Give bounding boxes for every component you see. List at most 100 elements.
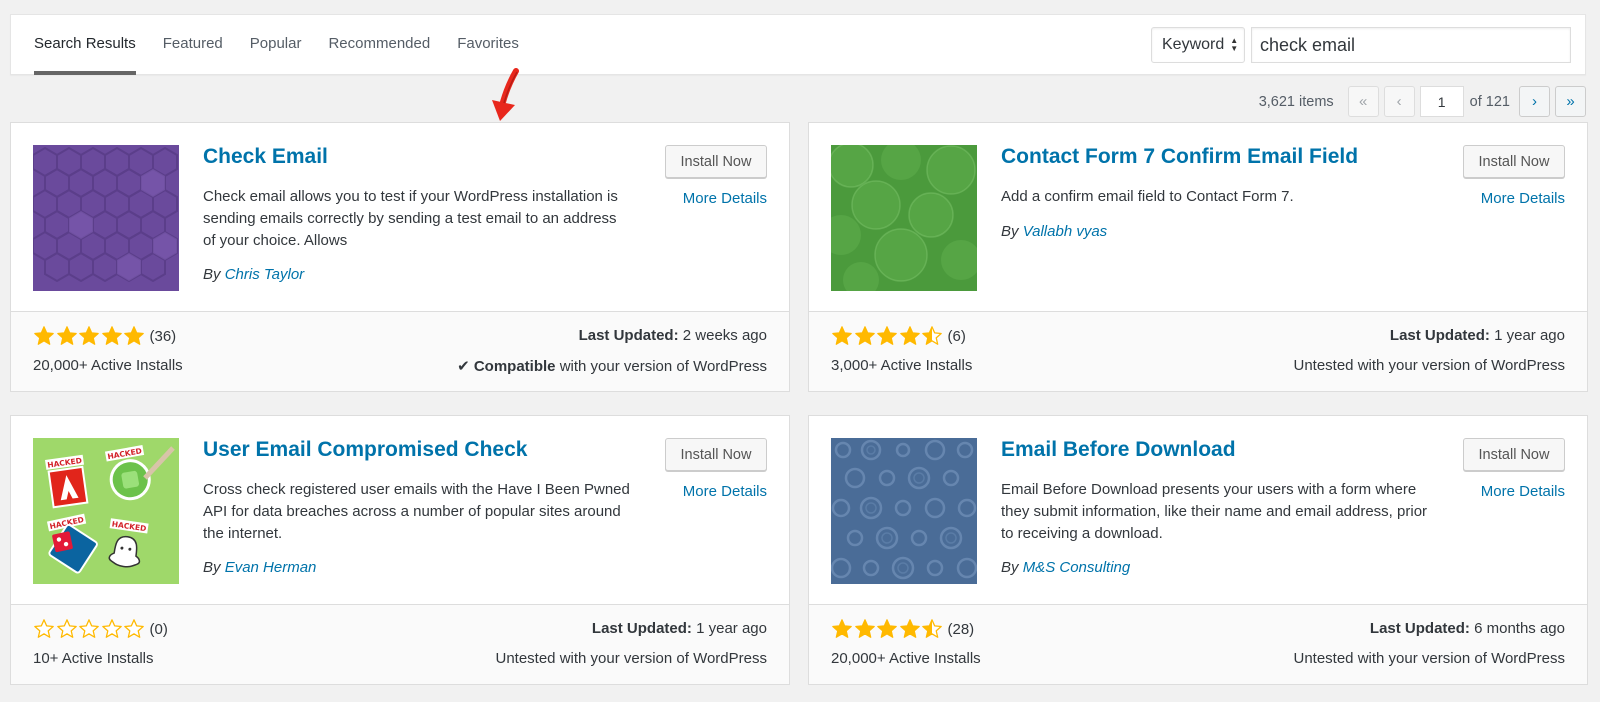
last-updated-label: Last Updated: [1389, 327, 1490, 344]
star-half-icon [922, 619, 942, 638]
total-pages: of 121 [1469, 93, 1510, 110]
install-now-button[interactable]: Install Now [1463, 145, 1565, 178]
last-updated-label: Last Updated: [1369, 620, 1470, 637]
num-ratings: (28) [947, 620, 975, 638]
plugin-name-link[interactable]: Contact Form 7 Confirm Email Field [1001, 145, 1358, 169]
plugin-icon [831, 145, 977, 291]
author-prefix: By [1001, 223, 1019, 240]
last-updated-value: 2 weeks ago [682, 327, 767, 344]
more-details-link[interactable]: More Details [683, 190, 767, 207]
plugin-card-cf7-confirm-email: Contact Form 7 Confirm Email Field Add a… [808, 122, 1588, 392]
plugin-name-link[interactable]: Email Before Download [1001, 438, 1236, 462]
plugin-name-link[interactable]: Check Email [203, 145, 328, 169]
star-empty-icon [101, 619, 122, 638]
plugin-card-footer: (0) 10+ Active Installs Last Updated: 1 … [11, 604, 789, 684]
star-filled-icon [854, 326, 875, 345]
first-page-button[interactable]: « [1347, 86, 1379, 117]
star-filled-icon [79, 326, 99, 345]
last-updated-label: Last Updated: [578, 327, 679, 344]
plugin-author: By Vallabh vyas [1001, 223, 1107, 240]
next-page-button[interactable]: › [1519, 86, 1550, 117]
plugin-card-footer: (28) 20,000+ Active Installs Last Update… [809, 604, 1587, 684]
compatibility: ✔ Compatible with your version of WordPr… [457, 357, 767, 375]
more-details-link[interactable]: More Details [683, 483, 767, 500]
plugin-icon [831, 438, 977, 584]
more-details-link[interactable]: More Details [1481, 483, 1565, 500]
active-installs: 10+ Active Installs [33, 650, 154, 667]
last-updated-value: 6 months ago [1474, 620, 1565, 637]
active-installs: 20,000+ Active Installs [831, 650, 981, 667]
stars [33, 325, 146, 347]
author-prefix: By [203, 266, 221, 283]
plugin-name-link[interactable]: User Email Compromised Check [203, 438, 527, 462]
install-now-button[interactable]: Install Now [1463, 438, 1565, 471]
last-page-button[interactable]: » [1555, 86, 1586, 117]
compat-text: Untested with your version of WordPress [495, 650, 767, 667]
compatibility: Untested with your version of WordPress [1293, 650, 1565, 667]
star-filled-icon [877, 326, 897, 345]
star-empty-icon [124, 619, 144, 638]
tab-search-results[interactable]: Search Results [34, 15, 136, 75]
star-empty-icon [34, 619, 54, 638]
star-filled-icon [124, 326, 144, 345]
star-filled-icon [899, 326, 920, 345]
plugin-icon [33, 145, 179, 291]
current-page-input[interactable]: 1 [1419, 86, 1464, 117]
star-filled-icon [34, 326, 54, 345]
pagination: 3,621 items « ‹ 1 of 121 › » [1259, 86, 1586, 117]
search-box: Keyword ▲ ▼ check email [1151, 27, 1571, 63]
num-ratings: (36) [149, 327, 177, 345]
author-link[interactable]: M&S Consulting [1023, 559, 1131, 576]
author-link[interactable]: Vallabh vyas [1023, 223, 1108, 240]
star-filled-icon [854, 619, 875, 638]
plugin-filter-bar: Search Results Featured Popular Recommen… [10, 14, 1586, 75]
install-now-button[interactable]: Install Now [665, 438, 767, 471]
star-rating: (6) [831, 325, 966, 347]
compat-strong: Compatible [473, 358, 556, 375]
checkmark-icon: ✔ [457, 358, 470, 375]
tab-favorites[interactable]: Favorites [457, 15, 519, 75]
last-updated: Last Updated: 1 year ago [1390, 327, 1565, 344]
plugin-description: Add a confirm email field to Contact For… [1001, 188, 1294, 205]
active-installs: 20,000+ Active Installs [33, 357, 183, 374]
compat-text: with your version of WordPress [559, 358, 767, 375]
last-updated-value: 1 year ago [1494, 327, 1565, 344]
more-details-link[interactable]: More Details [1481, 190, 1565, 207]
star-filled-icon [56, 326, 77, 345]
last-updated: Last Updated: 6 months ago [1370, 620, 1565, 637]
search-type-value: Keyword [1162, 36, 1225, 53]
select-arrows-icon: ▲ ▼ [1230, 36, 1239, 53]
items-count: 3,621 items [1258, 93, 1334, 110]
stars [831, 325, 944, 347]
plugin-card-email-before-download: Email Before Download Email Before Downl… [808, 415, 1588, 685]
author-link[interactable]: Evan Herman [225, 559, 317, 576]
plugin-author: By M&S Consulting [1001, 559, 1130, 576]
tab-featured[interactable]: Featured [163, 15, 223, 75]
star-filled-icon [832, 326, 852, 345]
stars [33, 618, 146, 640]
search-type-select[interactable]: Keyword ▲ ▼ [1151, 27, 1245, 63]
search-input[interactable]: check email [1251, 27, 1571, 63]
star-half-icon [922, 326, 942, 345]
install-now-button[interactable]: Install Now [665, 145, 767, 178]
star-filled-icon [899, 619, 920, 638]
tab-recommended[interactable]: Recommended [328, 15, 430, 75]
num-ratings: (6) [947, 327, 966, 345]
author-link[interactable]: Chris Taylor [225, 266, 304, 283]
author-prefix: By [203, 559, 221, 576]
star-filled-icon [877, 619, 897, 638]
num-ratings: (0) [149, 620, 168, 638]
compat-text: Untested with your version of WordPress [1293, 650, 1565, 667]
plugin-description: Email Before Download presents your user… [1001, 481, 1428, 542]
tab-popular[interactable]: Popular [250, 15, 302, 75]
last-updated: Last Updated: 2 weeks ago [579, 327, 767, 344]
star-empty-icon [79, 619, 99, 638]
filter-tabs: Search Results Featured Popular Recommen… [34, 15, 546, 75]
plugin-description: Cross check registered user emails with … [203, 481, 630, 542]
plugin-author: By Chris Taylor [203, 266, 304, 283]
plugin-card-footer: (6) 3,000+ Active Installs Last Updated:… [809, 311, 1587, 391]
plugin-card-user-email-compromised: HACKED HACKED HACKED HACKED User Email C… [10, 415, 790, 685]
star-empty-icon [56, 619, 77, 638]
prev-page-button[interactable]: ‹ [1383, 86, 1415, 117]
active-installs: 3,000+ Active Installs [831, 357, 973, 374]
